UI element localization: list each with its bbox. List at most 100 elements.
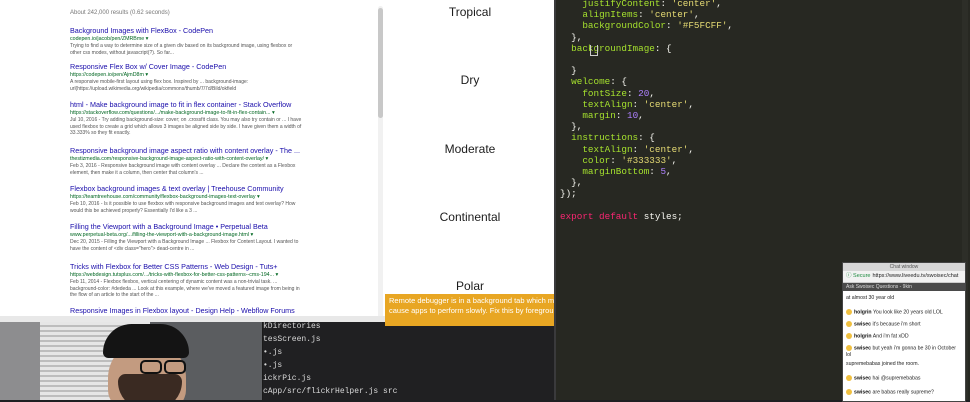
chat-message-text: at almost 30 year old — [846, 295, 895, 301]
code-line[interactable]: textAlign: 'center', — [560, 99, 694, 110]
code-token: : — [638, 9, 650, 21]
code-line[interactable]: backgroundImage: { — [560, 43, 671, 54]
results-stats: About 242,000 results (0.62 seconds) — [70, 10, 170, 16]
chat-username[interactable]: swisec — [854, 345, 871, 351]
terminal-line: •.js — [263, 361, 283, 370]
code-line[interactable]: }, — [560, 32, 582, 43]
code-token: welcome — [571, 76, 611, 88]
search-result: Responsive background image aspect ratio… — [70, 146, 302, 176]
chat-message: at almost 30 year old — [846, 295, 962, 302]
result-title-link[interactable]: Background Images with FlexBox - CodePen — [70, 26, 302, 35]
result-snippet: A responsive mobile-first layout using f… — [70, 79, 249, 92]
code-token: : — [632, 98, 644, 110]
code-line[interactable]: alignItems: 'center', — [560, 9, 699, 21]
result-snippet: Feb 3, 2016 - Responsive background imag… — [70, 163, 296, 176]
debugger-warning-banner[interactable]: Remote debugger is in a background tab w… — [385, 294, 555, 326]
results-scroll-thumb[interactable] — [378, 8, 383, 118]
user-avatar — [846, 309, 852, 315]
result-url[interactable]: www.perpetual-beta.org/.../filling-the-v… — [70, 232, 302, 238]
terminal-line: cApp/src/flickrHelper.js src — [263, 387, 398, 396]
simulator-screen: Tropical Dry Moderate Continental Polar — [385, 0, 555, 322]
code-token: , — [649, 87, 655, 99]
chat-username[interactable]: holgrin — [854, 333, 872, 339]
climate-item-tropical[interactable]: Tropical — [385, 5, 555, 19]
chat-message-text: it's because i'm short — [872, 321, 921, 328]
chat-message: holgrin You look like 20 years old LOL — [846, 309, 962, 316]
search-results-window: About 242,000 results (0.62 seconds) Bac… — [0, 0, 386, 322]
climate-item-polar[interactable]: Polar — [385, 279, 555, 293]
chat-message: holgrin And i'm fat xDD — [846, 333, 962, 340]
terminal-line: ickrPic.js — [263, 374, 312, 383]
code-token: alignItems — [582, 9, 639, 21]
result-title-link[interactable]: Filling the Viewport with a Background I… — [70, 222, 302, 231]
result-title-link[interactable]: Tricks with Flexbox for Better CSS Patte… — [70, 262, 302, 271]
code-line[interactable]: margin: 10, — [560, 110, 643, 121]
code-token: 'center' — [671, 0, 717, 9]
code-token: } — [560, 65, 577, 77]
code-token: : { — [610, 76, 627, 88]
result-title-link[interactable]: Responsive background image aspect ratio… — [70, 146, 302, 155]
result-url[interactable]: https://webdesign.tutsplus.com/.../trick… — [70, 272, 302, 278]
chat-message-text: You look like 20 years old LOL — [872, 309, 943, 316]
terminal-line: tesScreen.js — [263, 335, 321, 344]
result-url[interactable]: https://teamtreehouse.com/community/flex… — [70, 194, 302, 200]
code-line[interactable]: color: '#333333', — [560, 155, 677, 166]
code-line[interactable]: fontSize: 20, — [560, 88, 655, 99]
code-token: justifyContent — [582, 0, 661, 9]
code-token: styles; — [638, 210, 683, 222]
code-line[interactable]: }, — [560, 177, 582, 188]
code-token: : — [626, 87, 639, 99]
code-line[interactable]: textAlign: 'center', — [560, 144, 694, 155]
secure-indicator: ⓘ Secure — [846, 273, 871, 279]
code-token: marginBottom — [582, 166, 650, 177]
code-token: : — [666, 20, 678, 32]
chat-message: supremebabas joined the room. — [846, 361, 962, 368]
code-token: 'center' — [643, 143, 689, 155]
code-line[interactable]: export default styles; — [560, 211, 683, 222]
result-url[interactable]: https://stackoverflow.com/questions/.../… — [70, 110, 302, 116]
result-url[interactable]: https://codepen.io/pen/AjmD8m ▾ — [70, 72, 302, 78]
results-scrollbar[interactable] — [378, 6, 383, 318]
result-title-link[interactable]: Responsive Flex Box w/ Cover Image - Cod… — [70, 62, 302, 71]
chat-username[interactable]: swisec — [854, 321, 871, 327]
code-token: export default — [560, 210, 639, 222]
code-line[interactable]: welcome: { — [560, 76, 627, 87]
chat-username[interactable]: swisec — [854, 375, 871, 381]
chat-window: Chat window ⓘ Secure https://www.liveedu.… — [842, 262, 966, 402]
chat-message-text: are babas really supreme? — [872, 389, 934, 396]
result-title-link[interactable]: Flexbox background images & text overlay… — [70, 184, 302, 193]
chat-username[interactable]: swisec — [854, 389, 871, 395]
code-token: textAlign — [582, 143, 633, 155]
climate-item-continental[interactable]: Continental — [385, 210, 555, 224]
code-line[interactable]: }); — [560, 188, 577, 199]
chat-address-bar[interactable]: ⓘ Secure https://www.liveedu.tv/swoisec/c… — [843, 271, 965, 283]
code-token: '#333333' — [621, 154, 672, 166]
code-line[interactable]: } — [560, 65, 577, 76]
chat-message-text: supremebabas joined the room. — [846, 361, 919, 367]
result-url[interactable]: thestizmedia.com/responsive-background-i… — [70, 156, 302, 162]
code-line[interactable]: backgroundColor: '#F5FCFF', — [560, 20, 733, 31]
code-line[interactable]: marginBottom: 5, — [560, 166, 672, 177]
code-token: , — [688, 98, 694, 110]
code-line[interactable]: instructions: { — [560, 132, 655, 143]
result-title-link[interactable]: Responsive Images in Flexbox layout - De… — [70, 306, 302, 315]
code-token: , — [666, 166, 672, 177]
code-token: 'center' — [643, 98, 689, 110]
result-url[interactable]: codepen.io/jacob/pen/ZMRBme ▾ — [70, 36, 302, 42]
user-avatar — [846, 321, 852, 327]
code-line[interactable]: }, — [560, 121, 582, 132]
code-token: }, — [560, 121, 583, 133]
climate-item-dry[interactable]: Dry — [385, 73, 555, 87]
chat-url: https://www.liveedu.tv/swoisec/chat — [872, 273, 959, 279]
code-line[interactable]: justifyContent: 'center', — [560, 0, 722, 9]
climate-item-moderate[interactable]: Moderate — [385, 142, 555, 156]
user-avatar — [846, 389, 852, 395]
code-token: : — [649, 166, 661, 177]
result-title-link[interactable]: html - Make background image to fit in f… — [70, 100, 302, 109]
chat-username[interactable]: holgrin — [854, 309, 872, 315]
